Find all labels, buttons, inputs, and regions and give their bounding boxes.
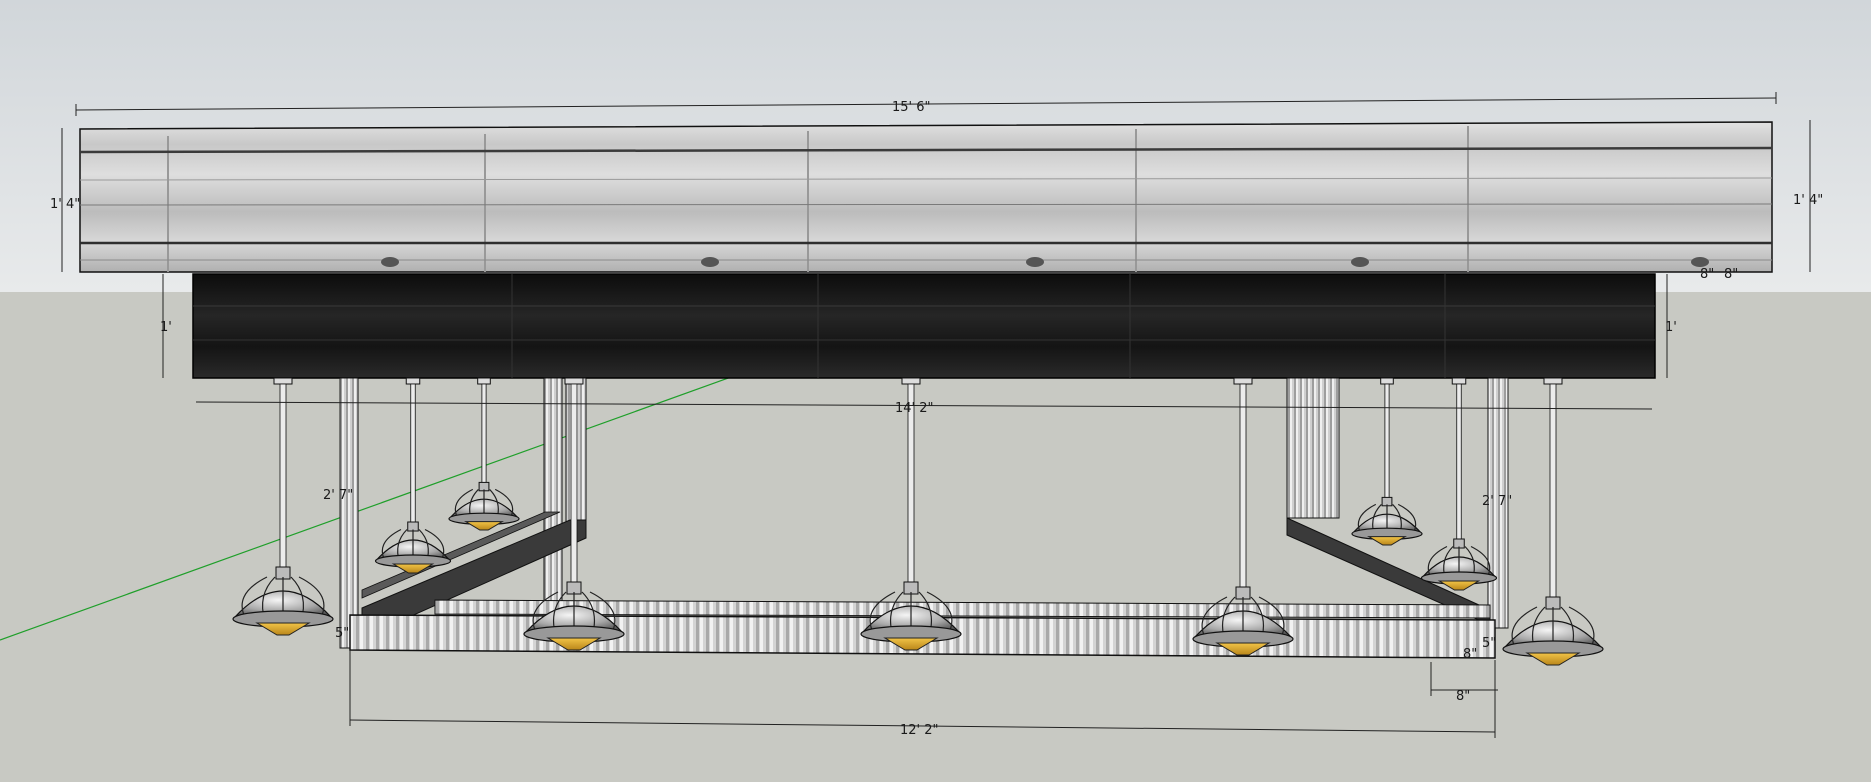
dim-rail-offset-horizontal: 8" (1456, 689, 1470, 704)
sketchup-viewport: 15' 6" 1' 4" 1' 4" 8" 8" 1' 1' 14' 2" 2'… (0, 0, 1871, 782)
dim-rail-height-right: 5" (1482, 636, 1496, 651)
dim-frame-height-right: 2' 7" (1482, 494, 1512, 509)
dim-dark-beam-height-right: 1' (1665, 320, 1677, 335)
dim-frame-width: 12' 2" (900, 723, 939, 738)
dim-dark-beam-height-left: 1' (160, 320, 172, 335)
dim-top-width: 15' 6" (892, 100, 931, 115)
dim-top-height-right: 1' 4" (1793, 193, 1823, 208)
dim-rail-offset-vertical: 8" (1463, 647, 1477, 662)
dim-frame-height-left: 2' 7" (323, 488, 353, 503)
dark-wood-beam (192, 273, 1656, 379)
dim-top-height-left: 1' 4" (50, 197, 80, 212)
dim-top-right-small-b: 8" (1724, 267, 1738, 282)
top-wood-beam (79, 121, 1773, 273)
dim-top-right-small-a: 8" (1700, 267, 1714, 282)
dim-rail-height-left: 5" (335, 626, 349, 641)
dim-dark-beam-width: 14' 2" (895, 401, 934, 416)
